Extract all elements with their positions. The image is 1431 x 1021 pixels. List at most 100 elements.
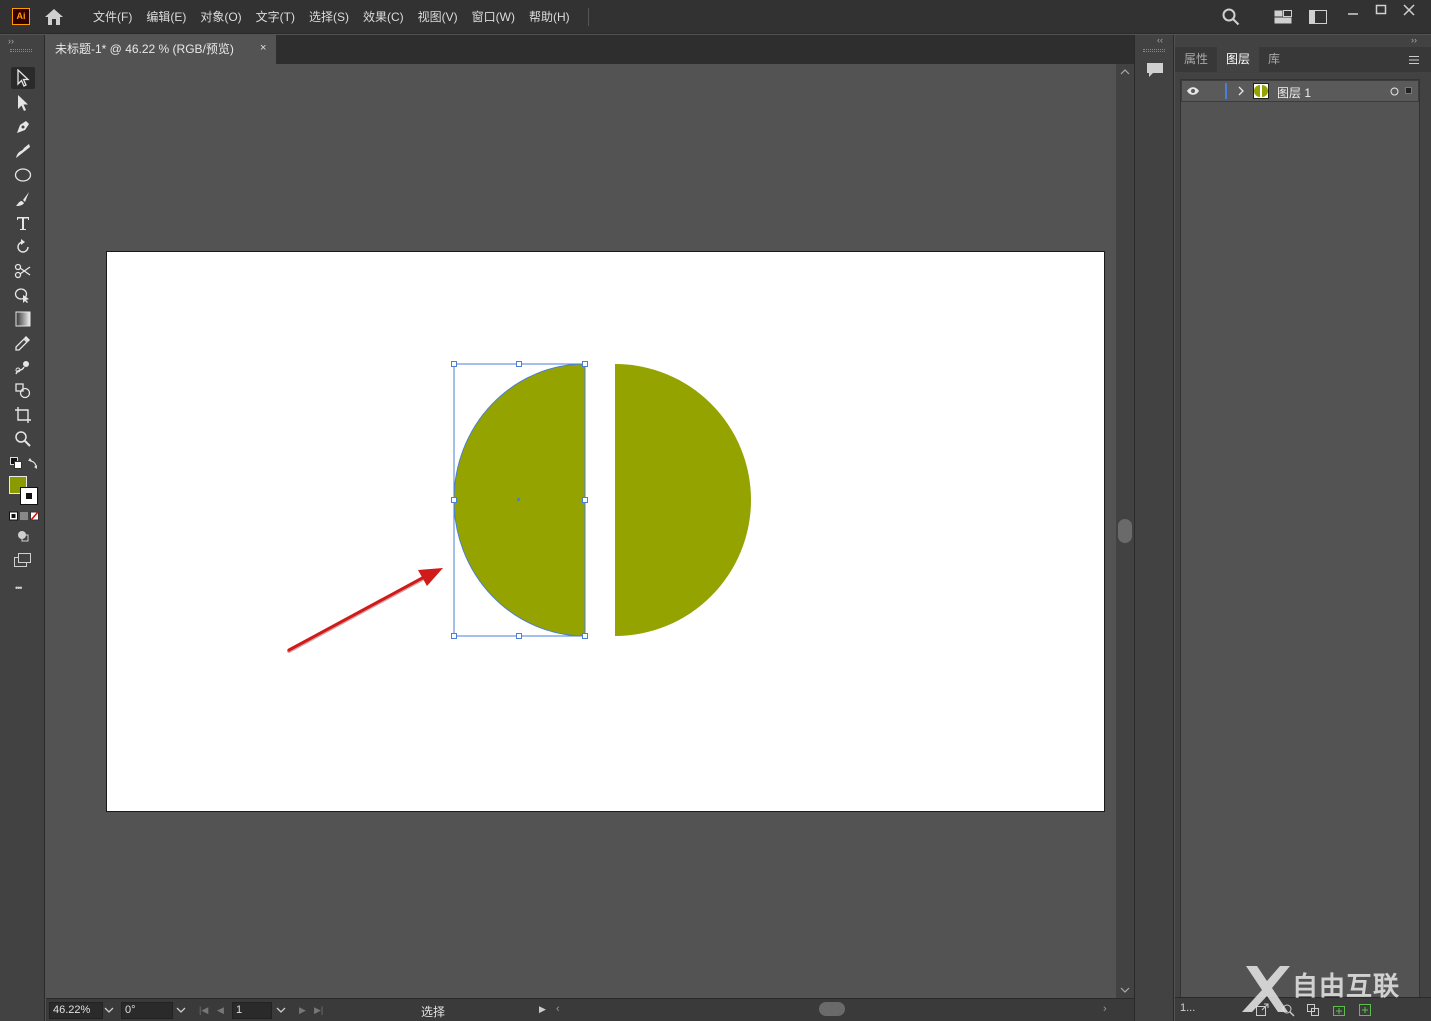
zoom-dropdown-icon[interactable]: [104, 1007, 114, 1014]
ellipse-tool-icon[interactable]: [11, 164, 35, 186]
main-menu: 文件(F) 编辑(E) 对象(O) 文字(T) 选择(S) 效果(C) 视图(V…: [86, 0, 577, 34]
watermark-brand-text: 自由互联: [1292, 971, 1401, 1001]
default-colors-icon[interactable]: [10, 457, 22, 469]
type-tool-icon[interactable]: [11, 212, 35, 234]
pen-tool-icon[interactable]: [11, 116, 35, 138]
draw-mode-icon[interactable]: [16, 529, 30, 543]
canvas-area[interactable]: [46, 64, 1116, 998]
live-paint-tool-icon[interactable]: [11, 380, 35, 402]
document-tab-strip: 未标题-1* @ 46.22 % (RGB/预览) ×: [46, 35, 1134, 64]
toolbar-grip[interactable]: [10, 49, 32, 52]
menu-select[interactable]: 选择(S): [302, 0, 356, 34]
vertical-scrollbar[interactable]: [1116, 64, 1134, 998]
status-bar: 46.22% 0° |◀ ◀ 1 ▶ ▶| 选择 ▶ ‹ ›: [46, 998, 1134, 1021]
paintbrush-tool-icon[interactable]: [11, 188, 35, 210]
layer-color-bar: [1225, 83, 1227, 99]
tab-libraries[interactable]: 库: [1259, 47, 1289, 72]
scroll-thumb[interactable]: [1118, 519, 1132, 543]
layer-row[interactable]: 图层 1: [1181, 80, 1419, 102]
prev-artboard-icon[interactable]: ◀: [217, 1005, 224, 1016]
close-window-icon[interactable]: [1403, 4, 1415, 16]
curvature-tool-icon[interactable]: [11, 140, 35, 162]
last-artboard-icon[interactable]: ▶|: [314, 1005, 323, 1016]
menu-view[interactable]: 视图(V): [411, 0, 465, 34]
direct-selection-tool-icon[interactable]: [11, 92, 35, 114]
expand-layer-icon[interactable]: [1237, 86, 1245, 96]
zoom-level-field[interactable]: 46.22%: [49, 1002, 103, 1019]
app-logo: Ai: [12, 8, 30, 25]
watermark-x-logo: [1242, 966, 1290, 1012]
tools-panel: ›› •••: [0, 35, 45, 1021]
menu-window[interactable]: 窗口(W): [465, 0, 522, 34]
home-icon[interactable]: [44, 8, 64, 26]
collapse-toolbar-icon[interactable]: ››: [8, 37, 20, 46]
collapse-panel-icon[interactable]: ››: [1411, 35, 1417, 45]
dock-grip[interactable]: [1143, 49, 1165, 52]
rotation-dropdown-icon[interactable]: [176, 1007, 186, 1014]
watermark: 自由互联: [1232, 960, 1428, 1018]
document-tab[interactable]: 未标题-1* @ 46.22 % (RGB/预览): [46, 35, 276, 64]
menu-help[interactable]: 帮助(H): [522, 0, 577, 34]
rotate-tool-icon[interactable]: [11, 236, 35, 258]
search-icon[interactable]: [1222, 8, 1240, 26]
right-half-circle[interactable]: [615, 364, 751, 636]
expand-dock-icon[interactable]: ‹‹: [1157, 35, 1163, 45]
minimize-icon[interactable]: [1347, 6, 1359, 18]
stroke-color-swatch[interactable]: [20, 487, 38, 505]
next-artboard-icon[interactable]: ▶: [299, 1005, 306, 1016]
arrange-documents-icon[interactable]: [1274, 10, 1292, 24]
menu-object[interactable]: 对象(O): [193, 0, 248, 34]
menu-effect[interactable]: 效果(C): [356, 0, 411, 34]
layers-panel: ›› 属性 图层 库 图层 1 1...: [1175, 35, 1431, 1021]
tab-properties[interactable]: 属性: [1175, 47, 1217, 72]
scroll-up-icon[interactable]: [1120, 68, 1130, 76]
panel-menu-icon[interactable]: [1408, 55, 1420, 65]
close-tab-icon[interactable]: ×: [260, 42, 266, 54]
scroll-down-icon[interactable]: [1120, 986, 1130, 994]
panel-tab-bar: 属性 图层 库: [1175, 47, 1431, 72]
document-tab-title: 未标题-1* @ 46.22 % (RGB/预览): [55, 42, 234, 56]
menu-type[interactable]: 文字(T): [249, 0, 302, 34]
screen-mode-icon[interactable]: [14, 553, 32, 567]
scissors-tool-icon[interactable]: [11, 260, 35, 282]
gradient-tool-icon[interactable]: [11, 308, 35, 330]
menu-divider: [588, 8, 589, 26]
swap-colors-icon[interactable]: [28, 457, 40, 469]
artboard-tool-icon[interactable]: [11, 404, 35, 426]
layer-thumbnail: [1253, 83, 1269, 99]
layers-list: [1180, 79, 1420, 1001]
comments-icon[interactable]: [1145, 61, 1165, 79]
tab-layers[interactable]: 图层: [1217, 47, 1260, 72]
artboard-number-field[interactable]: 1: [232, 1002, 272, 1019]
layer-count-text: 1...: [1180, 1002, 1196, 1014]
selection-indicator-icon[interactable]: [1405, 87, 1412, 94]
layer-name[interactable]: 图层 1: [1277, 84, 1311, 101]
annotation-arrow: [287, 568, 443, 653]
artboard-dropdown-icon[interactable]: [276, 1007, 286, 1014]
artwork-layer: [287, 361, 751, 653]
hscroll-left-icon[interactable]: ‹: [556, 1003, 560, 1015]
menu-bar: Ai 文件(F) 编辑(E) 对象(O) 文字(T) 选择(S) 效果(C) 视…: [0, 0, 1431, 34]
color-mode-icons[interactable]: [9, 511, 39, 521]
target-circle-icon[interactable]: [1390, 87, 1399, 96]
blend-tool-icon[interactable]: [11, 356, 35, 378]
more-tools-icon[interactable]: •••: [15, 583, 23, 593]
collapsed-panel-dock: ‹‹: [1134, 35, 1174, 1021]
hscroll-right-icon[interactable]: ›: [1103, 1003, 1107, 1015]
shape-builder-tool-icon[interactable]: [11, 284, 35, 306]
zoom-tool-icon[interactable]: [11, 428, 35, 450]
menu-edit[interactable]: 编辑(E): [139, 0, 193, 34]
horizontal-scroll-thumb[interactable]: [819, 1002, 845, 1016]
selection-tool-icon[interactable]: [11, 67, 35, 89]
maximize-icon[interactable]: [1375, 4, 1387, 16]
eyedropper-tool-icon[interactable]: [11, 332, 35, 354]
status-mode-text: 选择: [421, 1005, 446, 1019]
stroke-inner: [24, 491, 34, 501]
status-menu-icon[interactable]: ▶: [539, 1004, 546, 1015]
first-artboard-icon[interactable]: |◀: [199, 1005, 208, 1016]
menu-file[interactable]: 文件(F): [86, 0, 139, 34]
center-point: [517, 498, 520, 501]
visibility-eye-icon[interactable]: [1186, 86, 1200, 96]
rotation-field[interactable]: 0°: [121, 1002, 173, 1019]
workspace-switcher-icon[interactable]: [1309, 10, 1327, 24]
